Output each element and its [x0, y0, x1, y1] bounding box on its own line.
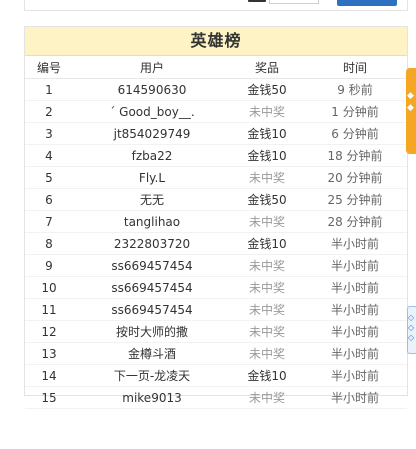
- row-prize: 未中奖: [231, 386, 303, 409]
- panel-title: 英雄榜: [190, 31, 242, 50]
- column-header-prize: 奖品: [231, 56, 303, 79]
- table-row: 13 金樽斗酒 未中奖 半小时前: [25, 342, 407, 365]
- row-prize: 未中奖: [231, 254, 303, 277]
- row-prize: 金钱50: [231, 188, 303, 211]
- row-time: 半小时前: [303, 232, 407, 255]
- table-row: 9 ss669457454 未中奖 半小时前: [25, 254, 407, 277]
- row-time: 1 分钟前: [303, 100, 407, 123]
- table-row: 12 按时大师的撒 未中奖 半小时前: [25, 320, 407, 343]
- column-header-time: 时间: [303, 56, 407, 79]
- row-prize: 金钱10: [231, 232, 303, 255]
- row-time: 半小时前: [303, 364, 407, 387]
- row-user: 按时大师的撒: [73, 320, 231, 343]
- row-prize: 未中奖: [231, 298, 303, 321]
- row-user: ss669457454: [73, 276, 231, 299]
- row-user: jt854029749: [73, 122, 231, 145]
- top-form-area: [24, 0, 408, 11]
- row-time: 半小时前: [303, 386, 407, 409]
- row-user: Fly.L: [73, 166, 231, 189]
- row-user: 下一页-龙凌天: [73, 364, 231, 387]
- row-user: mike9013: [73, 386, 231, 409]
- row-index: 13: [25, 342, 73, 365]
- row-index: 5: [25, 166, 73, 189]
- hero-leaderboard-panel: 英雄榜 编号 用户 奖品 时间 1 614590630 金钱50 9 秒前 2 ˊ Goo…: [24, 26, 408, 409]
- row-time: 28 分钟前: [303, 210, 407, 233]
- table-row: 7 tanglihao 未中奖 28 分钟前: [25, 210, 407, 233]
- row-user: 614590630: [73, 78, 231, 101]
- row-prize: 金钱10: [231, 144, 303, 167]
- table-row: 1 614590630 金钱50 9 秒前: [25, 78, 407, 101]
- row-time: 6 分钟前: [303, 122, 407, 145]
- row-prize: 未中奖: [231, 342, 303, 365]
- table-row: 5 Fly.L 未中奖 20 分钟前: [25, 166, 407, 189]
- top-form-label: [248, 0, 266, 2]
- row-index: 7: [25, 210, 73, 233]
- panel-header: 英雄榜: [25, 27, 407, 56]
- row-time: 20 分钟前: [303, 166, 407, 189]
- row-prize: 未中奖: [231, 100, 303, 123]
- row-prize: 未中奖: [231, 166, 303, 189]
- row-index: 2: [25, 100, 73, 123]
- top-form-input[interactable]: [269, 0, 319, 4]
- contact-side-tab[interactable]: ◇ ◇ ◇: [407, 306, 416, 354]
- row-user: ss669457454: [73, 254, 231, 277]
- row-prize: 金钱10: [231, 364, 303, 387]
- row-prize: 未中奖: [231, 276, 303, 299]
- column-header-index: 编号: [25, 56, 73, 79]
- row-index: 4: [25, 144, 73, 167]
- row-user: 无无: [73, 188, 231, 211]
- row-user: ss669457454: [73, 298, 231, 321]
- table-row: 14 下一页-龙凌天 金钱10 半小时前: [25, 364, 407, 387]
- top-form-button[interactable]: [337, 0, 397, 6]
- column-header-user: 用户: [73, 56, 231, 79]
- row-index: 8: [25, 232, 73, 255]
- table-row: 2ˊ Good_boy__. 未中奖 1 分钟前: [25, 100, 407, 123]
- row-prize: 金钱10: [231, 122, 303, 145]
- leaderboard-table: 编号 用户 奖品 时间 1 614590630 金钱50 9 秒前 2 ˊ Good_bo…: [25, 56, 407, 409]
- table-row: 11 ss669457454 未中奖 半小时前: [25, 298, 407, 321]
- row-index: 10: [25, 276, 73, 299]
- row-prize: 金钱50: [231, 78, 303, 101]
- row-time: 半小时前: [303, 342, 407, 365]
- row-user: 金樽斗酒: [73, 342, 231, 365]
- row-user: fzba22: [73, 144, 231, 167]
- row-user: tanglihao: [73, 210, 231, 233]
- table-row: 6 无无 金钱50 25 分钟前: [25, 188, 407, 211]
- row-index: 15: [25, 386, 73, 409]
- row-time: 18 分钟前: [303, 144, 407, 167]
- row-time: 半小时前: [303, 298, 407, 321]
- feedback-side-tab[interactable]: ◆ ◆: [406, 68, 416, 154]
- row-index: 6: [25, 188, 73, 211]
- table-row: 4 fzba22 金钱10 18 分钟前: [25, 144, 407, 167]
- table-row: 15 mike9013 未中奖 半小时前: [25, 386, 407, 409]
- row-time: 9 秒前: [303, 78, 407, 101]
- row-index: 3: [25, 122, 73, 145]
- row-user: ˊ Good_boy__.: [73, 100, 231, 123]
- row-time: 半小时前: [303, 276, 407, 299]
- row-index: 14: [25, 364, 73, 387]
- row-time: 半小时前: [303, 320, 407, 343]
- table-row: 8 2322803720 金钱10 半小时前: [25, 232, 407, 255]
- row-index: 11: [25, 298, 73, 321]
- row-prize: 未中奖: [231, 210, 303, 233]
- feedback-tab-icon: ◆ ◆: [407, 91, 414, 113]
- table-header-row: 编号 用户 奖品 时间: [25, 56, 407, 79]
- row-index: 12: [25, 320, 73, 343]
- row-index: 9: [25, 254, 73, 277]
- row-time: 25 分钟前: [303, 188, 407, 211]
- contact-tab-icon: ◇ ◇ ◇: [408, 313, 415, 342]
- row-time: 半小时前: [303, 254, 407, 277]
- table-row: 3 jt854029749 金钱10 6 分钟前: [25, 122, 407, 145]
- row-index: 1: [25, 78, 73, 101]
- row-prize: 未中奖: [231, 320, 303, 343]
- table-row: 10 ss669457454 未中奖 半小时前: [25, 276, 407, 299]
- row-user: 2322803720: [73, 232, 231, 255]
